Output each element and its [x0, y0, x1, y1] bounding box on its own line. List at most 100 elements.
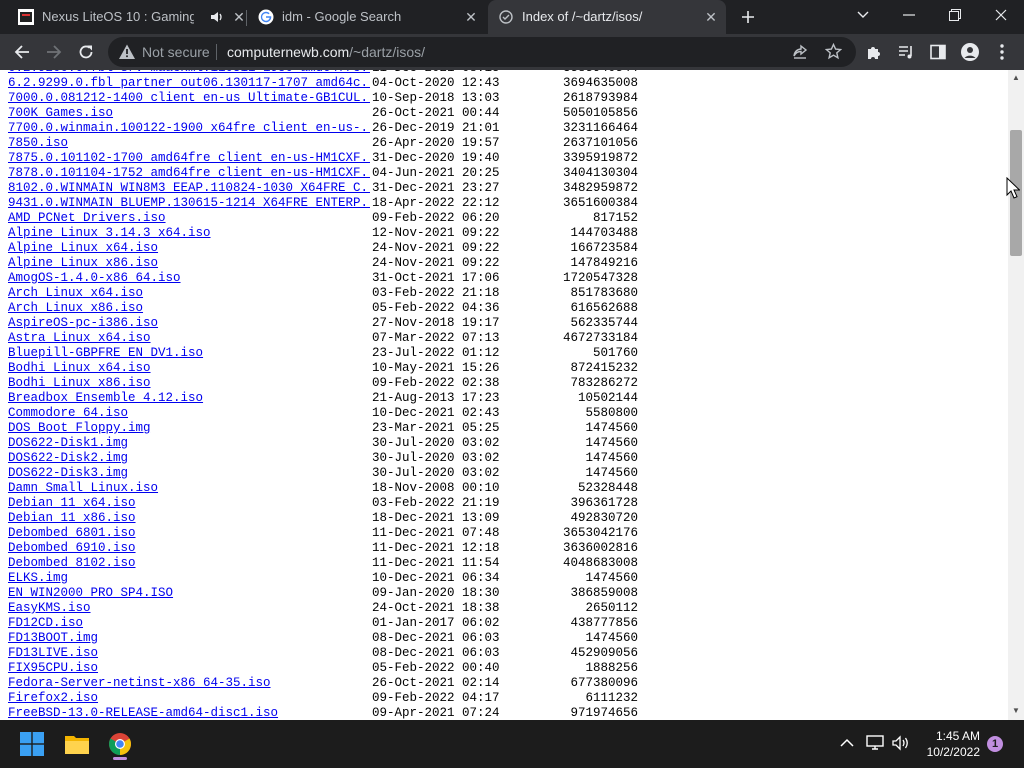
file-date: 10-Dec-2021 06:34	[372, 571, 500, 585]
url-path: /~dartz/isos/	[349, 44, 426, 60]
chevron-up-icon[interactable]	[840, 738, 854, 748]
file-link[interactable]: AmogOS-1.4.0-x86_64.iso	[8, 271, 370, 286]
file-link[interactable]: 7875.0.101102-1700_amd64fre_client_en-us…	[8, 151, 370, 166]
new-tab-button[interactable]	[732, 2, 764, 32]
tab-nexus-liteos[interactable]: Nexus LiteOS 10 : Gaming Ed ✕	[8, 0, 246, 34]
file-link[interactable]: 7850.iso	[8, 136, 370, 151]
network-icon[interactable]	[866, 735, 884, 751]
url-text[interactable]: computernewb.com/~dartz/isos/	[227, 44, 425, 60]
file-size: 2650112	[585, 601, 638, 615]
file-link[interactable]: AspireOS-pc-i386.iso	[8, 316, 370, 331]
file-link[interactable]: DOS622-Disk3.img	[8, 466, 370, 481]
chrome-taskbar-button[interactable]	[104, 728, 136, 760]
warning-icon[interactable]	[118, 43, 136, 61]
security-label[interactable]: Not secure	[142, 44, 210, 60]
file-link[interactable]: Alpine Linux x86.iso	[8, 256, 370, 271]
file-row: Debian 11 x64.iso 03-Feb-2022 21:19 396361…	[8, 496, 648, 511]
file-date: 09-Feb-2022 02:38	[372, 376, 500, 390]
file-row: 7850.iso 26-Apr-2020 19:57 2637101056	[8, 136, 648, 151]
file-link[interactable]: Alpine Linux 3.14.3 x64.iso	[8, 226, 370, 241]
file-size: 3395919872	[562, 151, 638, 165]
plus-icon	[742, 11, 754, 23]
scroll-down-icon[interactable]: ▼	[1012, 707, 1020, 715]
file-link[interactable]: Arch Linux x64.iso	[8, 286, 370, 301]
file-link[interactable]: Breadbox Ensemble 4.12.iso	[8, 391, 370, 406]
star-icon[interactable]	[825, 43, 842, 60]
file-link[interactable]: AMD PCNet Drivers.iso	[8, 211, 370, 226]
menu-button[interactable]	[990, 40, 1014, 64]
share-icon[interactable]	[792, 44, 808, 60]
close-tab-icon[interactable]: ✕	[462, 8, 480, 26]
forward-button[interactable]	[42, 40, 66, 64]
file-size: 562335744	[570, 316, 638, 330]
file-link[interactable]: Damn Small Linux.iso	[8, 481, 370, 496]
file-link[interactable]: Alpine Linux x64.iso	[8, 241, 370, 256]
speaker-icon[interactable]	[210, 10, 224, 24]
start-button[interactable]	[16, 728, 48, 760]
scroll-up-icon[interactable]: ▲	[1012, 74, 1020, 82]
file-link[interactable]: Debian 11 x86.iso	[8, 511, 370, 526]
file-row: EasyKMS.iso 24-Oct-2021 18:38 2650112	[8, 601, 648, 616]
file-link[interactable]: DOS Boot Floppy.img	[8, 421, 370, 436]
file-link[interactable]: Bodhi Linux x86.iso	[8, 376, 370, 391]
file-link[interactable]: Bluepill-GBPFRE_EN_DV1.iso	[8, 346, 370, 361]
file-link[interactable]: FD12CD.iso	[8, 616, 370, 631]
file-link[interactable]: FD13LIVE.iso	[8, 646, 370, 661]
file-link[interactable]: Firefox2.iso	[8, 691, 370, 706]
file-link[interactable]: Bodhi Linux x64.iso	[8, 361, 370, 376]
file-size: 1474560	[585, 421, 638, 435]
file-link[interactable]: Fedora-Server-netinst-x86_64-35.iso	[8, 676, 370, 691]
file-link[interactable]: Astra Linux x64.iso	[8, 331, 370, 346]
file-link[interactable]: Debombed 6801.iso	[8, 526, 370, 541]
close-tab-icon[interactable]: ✕	[702, 8, 720, 26]
file-link[interactable]: FIX95CPU.iso	[8, 661, 370, 676]
file-link[interactable]: Commodore_64.iso	[8, 406, 370, 421]
profile-button[interactable]	[958, 40, 982, 64]
file-link[interactable]: 7000.0.081212-1400_client_en-us_Ultimate…	[8, 91, 370, 106]
file-size: 1474560	[585, 436, 638, 450]
reading-list-button[interactable]	[894, 40, 918, 64]
file-link[interactable]: Arch Linux x86.iso	[8, 301, 370, 316]
tab-search-button[interactable]	[840, 0, 886, 30]
file-link[interactable]: Debombed 6910.iso	[8, 541, 370, 556]
reload-button[interactable]	[74, 40, 98, 64]
file-link[interactable]: 6.2.9299.0.fbl_partner_out06.130117-1707…	[8, 76, 370, 91]
file-size: 677380096	[570, 676, 638, 690]
file-link[interactable]: EN_WIN2000_PRO_SP4.ISO	[8, 586, 370, 601]
file-link[interactable]: 8102.0.WINMAIN_WIN8M3_EEAP.110824-1030_X…	[8, 181, 370, 196]
file-link[interactable]: ELKS.img	[8, 571, 370, 586]
file-link[interactable]: Debombed 8102.iso	[8, 556, 370, 571]
tab-google-search[interactable]: idm - Google Search ✕	[248, 0, 486, 34]
file-size: 3404130304	[562, 166, 638, 180]
file-link[interactable]: 9431.0.WINMAIN_BLUEMP.130615-1214_X64FRE…	[8, 196, 370, 211]
file-link[interactable]: 700K Games.iso	[8, 106, 370, 121]
file-link[interactable]: FreeBSD-13.0-RELEASE-amd64-disc1.iso	[8, 706, 370, 720]
extensions-button[interactable]	[862, 40, 886, 64]
file-date: 08-Dec-2021 06:03	[372, 631, 500, 645]
file-size: 3651600384	[562, 196, 638, 210]
address-bar[interactable]: Not secure computernewb.com/~dartz/isos/	[108, 37, 856, 67]
playlist-icon	[899, 46, 912, 59]
tab-title: Index of /~dartz/isos/	[522, 9, 643, 24]
file-link[interactable]: Debian 11 x64.iso	[8, 496, 370, 511]
notification-badge[interactable]: 1	[987, 736, 1003, 752]
system-clock[interactable]: 1:45 AM 10/2/2022	[920, 728, 980, 760]
file-link[interactable]: FD13BOOT.img	[8, 631, 370, 646]
file-link[interactable]: 7700.0.winmain.100122-1900_x64fre_client…	[8, 121, 370, 136]
file-link[interactable]: DOS622-Disk2.img	[8, 451, 370, 466]
close-window-button[interactable]	[978, 0, 1024, 30]
file-size: 3694635008	[562, 76, 638, 90]
file-link[interactable]: EasyKMS.iso	[8, 601, 370, 616]
back-button[interactable]	[10, 40, 34, 64]
file-explorer-button[interactable]	[61, 728, 93, 760]
volume-icon[interactable]	[892, 735, 910, 751]
file-link[interactable]: DOS622-Disk1.img	[8, 436, 370, 451]
file-size: 3653042176	[562, 526, 638, 540]
vertical-scrollbar[interactable]: ▲ ▼	[1008, 70, 1024, 720]
side-panel-button[interactable]	[926, 40, 950, 64]
chevron-down-icon	[857, 11, 869, 18]
minimize-button[interactable]	[886, 0, 932, 30]
tab-index-of-isos[interactable]: Index of /~dartz/isos/ ✕	[488, 0, 726, 34]
restore-button[interactable]	[932, 0, 978, 30]
file-link[interactable]: 7878.0.101104-1752_amd64fre_client_en-us…	[8, 166, 370, 181]
